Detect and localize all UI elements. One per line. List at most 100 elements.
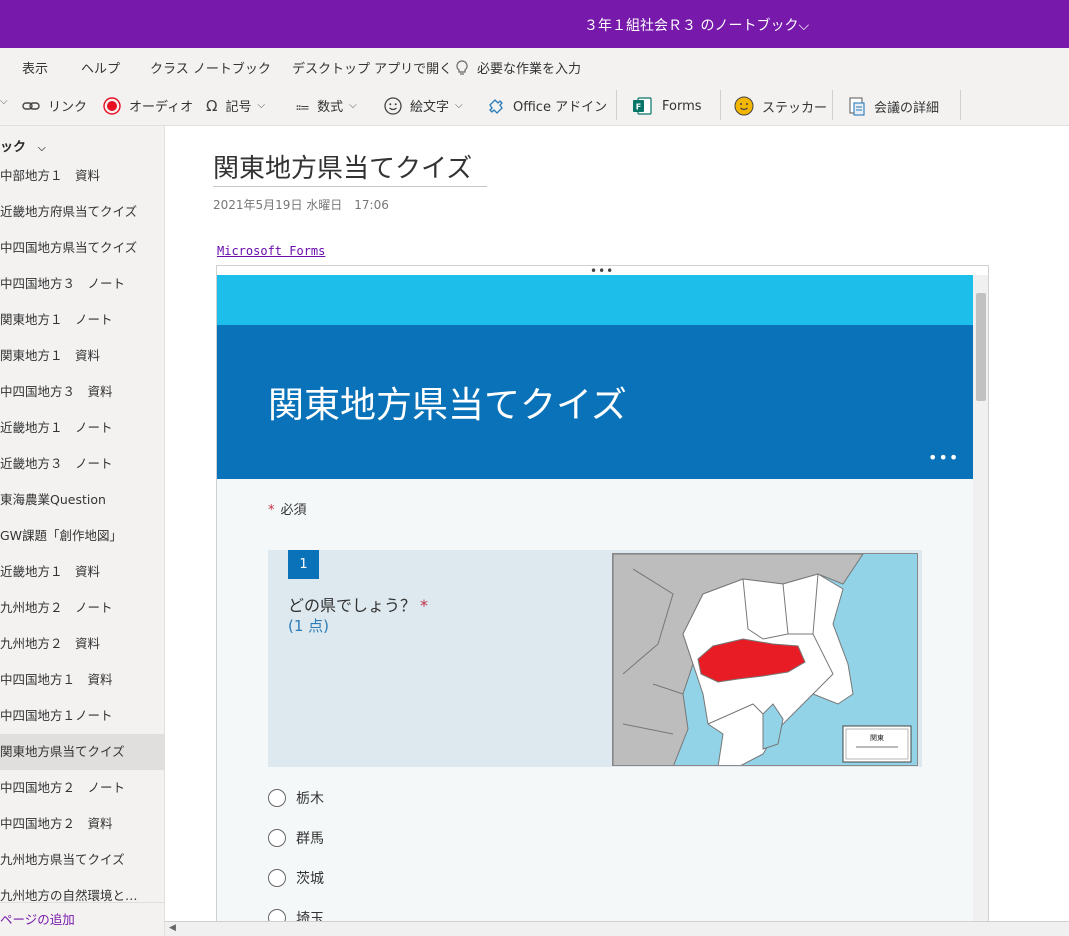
symbol-button[interactable]: Ω 記号 ⌵ (206, 96, 266, 116)
link-button[interactable]: リンク (22, 96, 87, 115)
page-title[interactable]: 関東地方県当てクイズ (213, 148, 472, 185)
menu-help[interactable]: ヘルプ (81, 58, 120, 77)
page-list-item[interactable]: 近畿地方１ ノート (0, 410, 164, 446)
question-card: 1 どの県でしょう？ * (1 点) 関東 (268, 550, 922, 767)
chevron-down-icon: ⌵ (349, 100, 357, 111)
ribbon-separator (832, 90, 833, 120)
page-list-item[interactable]: GW課題「創作地図」 (0, 518, 164, 554)
lightbulb-icon (456, 60, 468, 75)
menu-class-notebook[interactable]: クラス ノートブック (150, 58, 271, 77)
tell-me-search[interactable]: 必要な作業を入力 (455, 58, 581, 77)
forms-icon: F (633, 97, 652, 115)
form-title: 関東地方県当てクイズ (268, 385, 627, 426)
radio-button[interactable] (268, 869, 286, 887)
answer-option-label: 栃木 (296, 791, 324, 807)
horizontal-scrollbar[interactable]: ◀ (165, 921, 1069, 936)
ribbon-separator (720, 90, 721, 120)
radio-button[interactable] (268, 789, 286, 807)
page-list-item[interactable]: 近畿地方３ ノート (0, 446, 164, 482)
question-text-row: どの県でしょう？ * (288, 592, 428, 616)
svg-text:F: F (636, 103, 641, 112)
page-list-item[interactable]: 中四国地方１ノート (0, 698, 164, 734)
audio-label: オーディオ (129, 100, 194, 115)
insert-ribbon: ⌵ リンク オーディオ Ω 記号 ⌵ ⩴ 数式 ⌵ 絵文字 ⌵ Office ア… (0, 86, 1069, 126)
page-list-item[interactable]: 中四国地方３ ノート (0, 266, 164, 302)
answer-option[interactable]: 群馬 (268, 827, 324, 849)
link-icon (22, 101, 40, 110)
forms-label: Forms (662, 98, 702, 114)
sticker-icon (734, 96, 754, 116)
page-date: 2021年5月19日 水曜日 17:06 (213, 198, 389, 212)
record-icon (103, 96, 121, 115)
title-divider (213, 186, 487, 187)
emoji-button[interactable]: 絵文字 ⌵ (384, 96, 463, 115)
menu-open-desktop[interactable]: デスクトップ アプリで開く (292, 58, 452, 77)
symbol-label: 記号 (225, 100, 252, 115)
page-list-item[interactable]: 九州地方県当てクイズ (0, 842, 164, 878)
page-navigation: ック ⌵ 中部地方１ 資料 近畿地方府県当てクイズ 中四国地方県当てクイズ 中四国地方３… (0, 126, 165, 936)
office-addins-button[interactable]: Office アドイン (487, 96, 607, 115)
ribbon-separator (616, 90, 617, 120)
required-label: 必須 (280, 503, 307, 518)
ribbon-separator (960, 90, 961, 120)
sticker-label: ステッカー (762, 100, 828, 116)
addin-icon (489, 98, 503, 114)
add-page-label: ページの追加 (0, 912, 75, 927)
equation-label: 数式 (317, 100, 344, 115)
form-header-band (217, 275, 973, 325)
answer-option[interactable]: 茨城 (268, 867, 324, 889)
page-list-item[interactable]: 九州地方２ 資料 (0, 626, 164, 662)
page-list-item[interactable]: 関東地方１ ノート (0, 302, 164, 338)
audio-button[interactable]: オーディオ (103, 96, 193, 115)
menu-view[interactable]: 表示 (22, 58, 48, 77)
page-list-item[interactable]: 中四国地方県当てクイズ (0, 230, 164, 266)
page-list-item[interactable]: 中四国地方３ 資料 (0, 374, 164, 410)
chevron-down-icon: ⌵ (38, 143, 46, 154)
section-label: ック (0, 140, 27, 155)
sticker-button[interactable]: ステッカー (734, 96, 827, 116)
kanto-map: 関東 (613, 554, 917, 765)
required-note: * 必須 (268, 499, 307, 518)
forms-embed: ••• 関東地方県当てクイズ ••• * 必須 1 どの県でしょう？ * (1 点) (216, 265, 989, 936)
meeting-details-button[interactable]: 会議の詳細 (848, 96, 939, 116)
page-list-item[interactable]: 中四国地方２ 資料 (0, 806, 164, 842)
equation-icon: ⩴ (296, 96, 310, 115)
meeting-details-icon (849, 97, 865, 116)
section-selector[interactable]: ック ⌵ (0, 136, 46, 155)
page-list-item[interactable]: 関東地方１ 資料 (0, 338, 164, 374)
form-scrollbar-thumb[interactable] (976, 293, 986, 401)
menu-bar: 表示 ヘルプ クラス ノートブック デスクトップ アプリで開く 必要な作業を入力 (0, 48, 1069, 86)
answer-option[interactable]: 栃木 (268, 787, 324, 809)
equation-button[interactable]: ⩴ 数式 ⌵ (296, 96, 357, 116)
chevron-down-icon: ⌵ (257, 100, 266, 111)
answer-option-label: 群馬 (296, 831, 324, 847)
map-legend: 関東 (870, 733, 884, 742)
tell-me-placeholder: 必要な作業を入力 (477, 62, 582, 77)
page-list-item[interactable]: 中四国地方２ ノート (0, 770, 164, 806)
page-list-item[interactable]: 中部地方１ 資料 (0, 158, 164, 194)
microsoft-forms-link[interactable]: Microsoft Forms (217, 244, 325, 258)
smiley-icon (384, 96, 402, 115)
page-list-item[interactable]: 中四国地方１ 資料 (0, 662, 164, 698)
radio-button[interactable] (268, 829, 286, 847)
page-list-item[interactable]: 近畿地方府県当てクイズ (0, 194, 164, 230)
scroll-left-icon[interactable]: ◀ (169, 923, 176, 933)
required-star: * (420, 596, 429, 615)
page-list-item[interactable]: 近畿地方１ 資料 (0, 554, 164, 590)
question-number: 1 (288, 550, 319, 579)
emoji-label: 絵文字 (410, 100, 450, 115)
more-options-icon[interactable]: ••• (928, 448, 959, 467)
page-list-item[interactable]: 関東地方県当てクイズ (0, 734, 164, 770)
ribbon-overflow-chevron[interactable]: ⌵ (0, 96, 8, 107)
question-points: (1 点) (288, 617, 330, 635)
required-star: * (268, 503, 275, 518)
chevron-down-icon: ⌵ (455, 100, 463, 111)
notebook-title[interactable]: ３年１組社会Ｒ３ のノートブック⌵ (584, 15, 809, 35)
forms-button[interactable]: F Forms (632, 96, 702, 116)
office-addins-label: Office アドイン (513, 100, 608, 115)
link-label: リンク (48, 100, 88, 115)
page-list-item[interactable]: 九州地方２ ノート (0, 590, 164, 626)
page-list-item[interactable]: 東海農業Question (0, 482, 164, 518)
omega-icon: Ω (206, 96, 218, 115)
add-page-button[interactable]: ページの追加 (0, 902, 164, 936)
